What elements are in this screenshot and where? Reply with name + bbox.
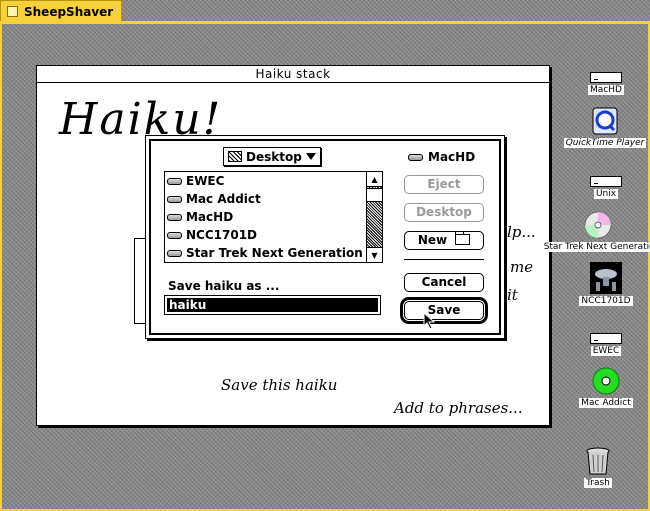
volume-label: MacHD <box>408 150 475 164</box>
desktop-icon-label: QuickTime Player <box>563 138 647 148</box>
save-haiku-link[interactable]: Save this haiku <box>221 376 337 394</box>
desktop-button[interactable]: Desktop <box>404 203 484 222</box>
quicktime-icon <box>592 107 618 135</box>
save-prompt-label: Save haiku as ... <box>168 279 280 293</box>
folder-icon <box>455 231 471 245</box>
disk-icon <box>167 249 182 257</box>
desktop-icon-label: Star Trek Next Generation <box>541 242 650 252</box>
desktop-icon-mac-addict[interactable]: Mac Addict <box>574 366 638 408</box>
desktop-icon-label: Mac Addict <box>579 398 633 408</box>
save-button[interactable]: Save <box>404 301 484 320</box>
new-folder-label: New <box>417 233 448 247</box>
desktop-icon-unix[interactable]: Unix <box>586 176 626 199</box>
volume-name: MacHD <box>428 150 476 164</box>
filename-value: haiku <box>167 298 378 312</box>
desktop-icon-ewec[interactable]: EWEC <box>586 333 626 356</box>
file-name: MacHD <box>186 210 234 224</box>
disk-icon <box>167 195 182 203</box>
file-name: Mac Addict <box>186 192 261 206</box>
filename-input[interactable]: haiku <box>164 295 381 315</box>
file-row[interactable]: Mac Addict <box>165 190 382 208</box>
desktop-icon-machd[interactable]: MacHD <box>588 72 624 95</box>
folder-popup[interactable]: Desktop <box>223 147 321 166</box>
desktop-icon-label: EWEC <box>590 346 622 356</box>
stack-fragment-1: lp... <box>507 223 536 241</box>
scroll-down-arrow-icon[interactable]: ▼ <box>367 247 382 262</box>
disk-icon <box>167 177 182 185</box>
stack-fragment-2: me <box>510 258 534 276</box>
disk-icon <box>167 231 182 239</box>
host-window-tab[interactable]: SheepShaver <box>0 0 122 22</box>
host-app-title: SheepShaver <box>24 4 114 19</box>
desktop-icon-label: Trash <box>584 478 612 488</box>
file-name: NCC1701D <box>186 228 258 242</box>
desktop-icon-startrek-cd[interactable]: Star Trek Next Generation <box>541 210 650 252</box>
cancel-button[interactable]: Cancel <box>404 273 484 292</box>
file-row[interactable]: Star Trek Next Generation <box>165 244 382 262</box>
unix-volume-icon <box>590 176 622 187</box>
file-name: Star Trek Next Generation <box>186 246 363 260</box>
scroll-thumb[interactable] <box>367 188 382 202</box>
drive-icon <box>590 333 622 344</box>
chevron-down-icon <box>306 153 316 160</box>
file-row[interactable]: NCC1701D <box>165 226 382 244</box>
cd-icon <box>584 211 612 239</box>
file-row[interactable]: MacHD <box>165 208 382 226</box>
scroll-up-arrow-icon[interactable]: ▲ <box>367 172 382 187</box>
stack-window-title: Haiku stack <box>37 66 549 83</box>
eject-button[interactable]: Eject <box>404 175 484 194</box>
desktop-icon-trash[interactable]: Trash <box>578 446 618 488</box>
add-to-phrases-link[interactable]: Add to phrases... <box>394 399 523 417</box>
desktop-icon-quicktime[interactable]: QuickTime Player <box>562 106 648 148</box>
file-list-scrollbar[interactable]: ▲ ▼ <box>366 172 382 262</box>
new-folder-button[interactable]: New <box>404 231 484 250</box>
desktop-icon-label: MacHD <box>588 85 624 95</box>
starship-icon <box>590 262 622 294</box>
folder-popup-label: Desktop <box>246 149 302 164</box>
stack-fragment-3: it <box>507 286 518 304</box>
desktop-icon <box>228 151 242 162</box>
disk-icon <box>167 213 182 221</box>
trash-icon <box>586 447 610 475</box>
hard-drive-icon <box>408 153 423 161</box>
desktop-icon-label: Unix <box>593 189 619 199</box>
file-list[interactable]: EWEC Mac Addict MacHD NCC1701D Star Trek… <box>164 171 383 263</box>
file-name: EWEC <box>186 174 225 188</box>
file-row[interactable]: EWEC <box>165 172 382 190</box>
green-cd-icon <box>592 367 620 395</box>
desktop-icon-label: NCC1701D <box>579 296 633 306</box>
hard-drive-icon <box>590 72 622 83</box>
divider <box>404 259 484 260</box>
desktop-icon-ncc1701d[interactable]: NCC1701D <box>576 262 636 306</box>
mouse-pointer-icon <box>423 312 436 330</box>
save-dialog: Desktop MacHD EWEC Mac Addict MacHD NCC1… <box>145 135 505 339</box>
window-icon <box>7 6 18 17</box>
